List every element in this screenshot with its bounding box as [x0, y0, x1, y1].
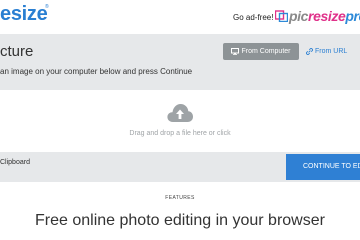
- dropzone-instructions: Drag and drop a file here or click: [129, 130, 231, 137]
- promo-resize: resize: [308, 8, 346, 24]
- from-computer-button[interactable]: From Computer: [223, 43, 299, 60]
- picresize-logo-icon: [275, 10, 288, 22]
- from-url-label: From URL: [315, 48, 348, 55]
- file-dropzone[interactable]: Drag and drop a file here or click: [0, 90, 360, 152]
- clipboard-option[interactable]: Clipboard: [0, 159, 30, 166]
- registered-mark: ®: [45, 4, 49, 10]
- promo-pic: pic: [289, 8, 309, 24]
- go-ad-free-label: Go ad-free!: [233, 13, 274, 22]
- from-url-link[interactable]: From URL: [306, 43, 347, 60]
- upload-instructions: an image on your computer below and pres…: [0, 67, 193, 76]
- from-computer-label: From Computer: [241, 48, 291, 55]
- features-label: FEATURES: [165, 195, 195, 201]
- picresize-pro-wordmark: picresizepro: [289, 8, 360, 24]
- promo-pro: pro: [345, 8, 360, 24]
- features-heading: Free online photo editing in your browse…: [35, 212, 325, 229]
- upload-title: cture: [0, 43, 34, 60]
- continue-to-editor-button[interactable]: CONTINUE TO EDI: [286, 154, 360, 180]
- clipboard-row: Clipboard CONTINUE TO EDI: [0, 152, 360, 182]
- upload-panel: cture an image on your computer below an…: [0, 34, 360, 160]
- picresize-pro-link[interactable]: picresizepro: [275, 8, 360, 24]
- cloud-upload-icon: [167, 104, 193, 122]
- monitor-icon: [231, 47, 240, 55]
- page: esize ® Go ad-free! picresizepro cture a…: [0, 0, 360, 240]
- site-header: esize ® Go ad-free! picresizepro: [0, 0, 360, 34]
- site-logo[interactable]: esize: [0, 3, 48, 26]
- link-icon: [306, 47, 313, 55]
